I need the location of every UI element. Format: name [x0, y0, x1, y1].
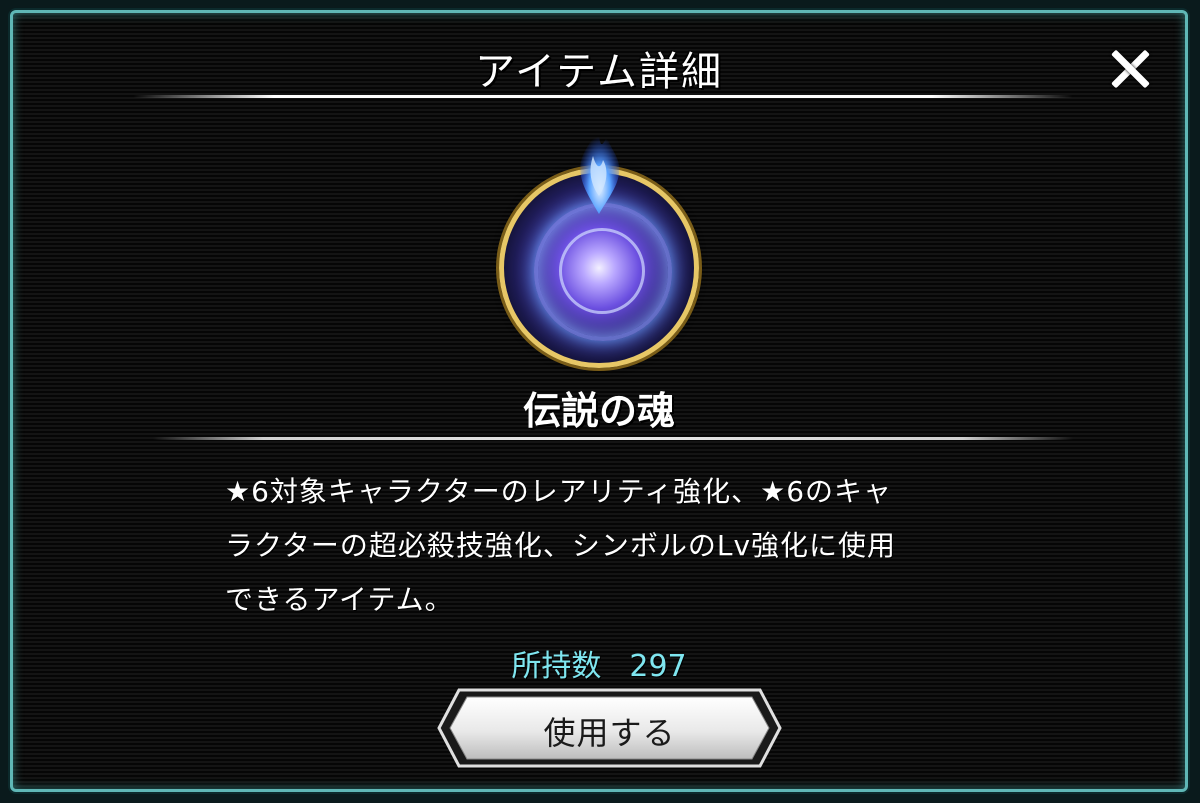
owned-count-value: 297	[629, 649, 687, 684]
item-description: ★6対象キャラクターのレアリティ強化、★6のキャ ラクターの超必殺技強化、シンボ…	[225, 465, 1005, 627]
item-detail-dialog: アイテム詳細 伝説の魂 ★6対象キャラクターのレアリティ強化、★6のキャ ラクタ…	[10, 10, 1188, 792]
description-line: ラクターの超必殺技強化、シンボルのLv強化に使用	[225, 529, 897, 562]
description-line: できるアイテム。	[225, 583, 454, 616]
close-icon[interactable]	[1107, 45, 1155, 93]
item-name: 伝説の魂	[522, 389, 675, 433]
owned-count-label: 所持数	[511, 649, 602, 684]
use-button-label: 使用する	[543, 714, 676, 752]
owned-count: 所持数 297	[13, 641, 1185, 685]
use-button[interactable]: 使用する	[437, 688, 782, 768]
item-icon	[499, 128, 699, 368]
dialog-title: アイテム詳細	[475, 49, 723, 95]
title-divider	[133, 95, 1073, 98]
blue-flame-icon	[580, 128, 620, 214]
name-divider	[153, 437, 1073, 440]
description-line: ★6対象キャラクターのレアリティ強化、★6のキャ	[225, 475, 893, 508]
